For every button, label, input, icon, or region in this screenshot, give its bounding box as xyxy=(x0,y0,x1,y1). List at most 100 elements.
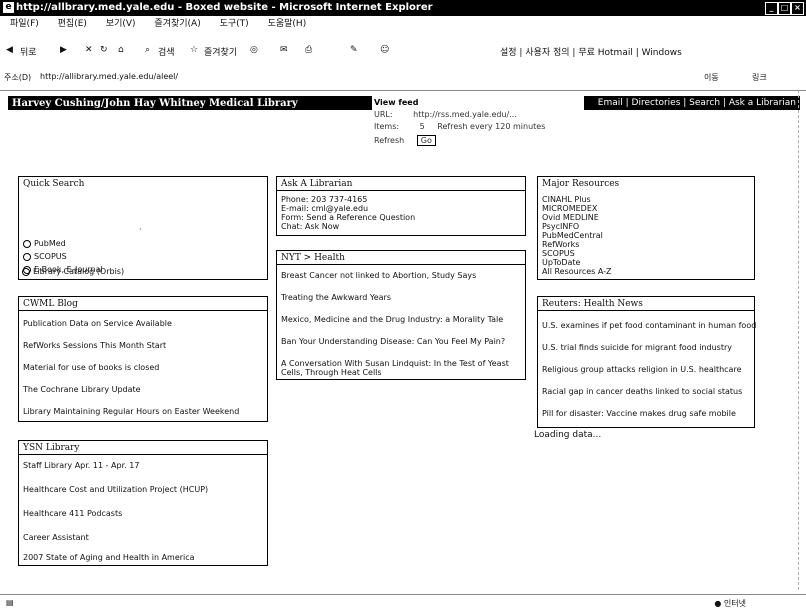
forward-icon[interactable]: ▶ xyxy=(60,45,67,55)
toolbar-extras[interactable]: 설정 | 사용자 정의 | 무료 Hotmail | Windows xyxy=(500,45,682,58)
radio-icon[interactable] xyxy=(23,252,31,261)
ysn-item[interactable]: Healthcare 411 Podcasts xyxy=(23,509,122,518)
blog-post[interactable]: Library Maintaining Regular Hours on Eas… xyxy=(23,407,239,416)
menu-edit[interactable]: 편집(E) xyxy=(58,19,87,29)
radio-label: PubMed xyxy=(34,239,66,248)
search-input[interactable]: · xyxy=(139,225,142,234)
resource-link[interactable]: PsycINFO xyxy=(542,222,579,231)
reuters-health-title: Reuters: Health News xyxy=(542,299,643,309)
search-button-label[interactable]: 검색 xyxy=(158,45,175,58)
ask-email[interactable]: E-mail: cml@yale.edu xyxy=(281,204,368,213)
nyt-headline[interactable]: Treating the Awkward Years xyxy=(281,293,391,302)
status-zone-text: ● 인터넷 xyxy=(714,598,746,609)
back-button-label[interactable]: 뒤로 xyxy=(20,45,37,58)
close-button[interactable]: × xyxy=(791,2,804,15)
blog-post[interactable]: The Cochrane Library Update xyxy=(23,385,141,394)
nyt-headline[interactable]: Mexico, Medicine and the Drug Industry: … xyxy=(281,315,503,324)
edit-icon[interactable]: ✎ xyxy=(350,45,358,55)
blog-post[interactable]: RefWorks Sessions This Month Start xyxy=(23,341,166,350)
address-input[interactable]: http://allibrary.med.yale.edu/aleel/ xyxy=(40,72,600,81)
favorites-button-label[interactable]: 즐겨찾기 xyxy=(204,45,237,58)
radio-icon[interactable] xyxy=(22,267,30,276)
status-page-icon: ▤ xyxy=(6,598,14,607)
ie-icon: e xyxy=(3,2,14,13)
menu-view[interactable]: 보기(V) xyxy=(106,19,136,29)
ask-chat[interactable]: Chat: Ask Now xyxy=(281,222,339,231)
print-icon[interactable]: ⎙ xyxy=(305,45,312,55)
radio-scopus[interactable]: SCOPUS xyxy=(23,252,67,261)
mail-icon[interactable]: ✉ xyxy=(280,45,288,55)
radio-pubmed[interactable]: PubMed xyxy=(23,239,66,248)
resource-link[interactable]: CINAHL Plus xyxy=(542,195,591,204)
feed-refresh-text: Refresh every 120 minutes xyxy=(437,122,546,131)
feed-items-value[interactable]: 5 xyxy=(420,122,425,131)
messenger-icon[interactable]: ☺ xyxy=(380,45,389,55)
links-button[interactable]: 링크 xyxy=(752,72,767,83)
ysn-library-box: YSN Library Staff Library Apr. 11 - Apr.… xyxy=(18,440,268,566)
quick-search-box: Quick Search · PubMed SCOPUS E-Book, E-J… xyxy=(18,176,268,280)
ask-librarian-title: Ask A Librarian xyxy=(281,179,353,189)
nyt-headline[interactable]: A Conversation With Susan Lindquist: In … xyxy=(281,359,521,377)
loading-text: Loading data... xyxy=(534,430,602,440)
home-icon[interactable]: ⌂ xyxy=(118,45,124,55)
toolbar-divider xyxy=(0,90,806,91)
reuters-headline[interactable]: Religious group attacks religion in U.S.… xyxy=(542,365,742,374)
address-bar: 주소(D) http://allibrary.med.yale.edu/alee… xyxy=(0,68,806,86)
library-title: Harvey Cushing/John Hay Whitney Medical … xyxy=(12,98,298,109)
ysn-item[interactable]: Staff Library Apr. 11 - Apr. 17 xyxy=(23,461,139,470)
ask-phone: Phone: 203 737-4165 xyxy=(281,195,368,204)
ysn-item[interactable]: Healthcare Cost and Utilization Project … xyxy=(23,485,208,494)
ysn-item[interactable]: 2007 State of Aging and Health in Americ… xyxy=(23,553,195,562)
reuters-headline[interactable]: U.S. trial finds suicide for migrant foo… xyxy=(542,343,732,352)
reuters-headline[interactable]: Pill for disaster: Vaccine makes drug sa… xyxy=(542,409,736,418)
ask-form[interactable]: Form: Send a Reference Question xyxy=(281,213,415,222)
refresh-icon[interactable]: ↻ xyxy=(100,45,108,55)
nyt-headline[interactable]: Ban Your Understanding Disease: Can You … xyxy=(281,337,505,346)
minimize-button[interactable]: _ xyxy=(765,2,778,15)
go-button[interactable]: 이동 xyxy=(704,72,719,83)
feed-url-input[interactable]: http://rss.med.yale.edu/... xyxy=(413,110,517,119)
nyt-health-title: NYT > Health xyxy=(281,253,345,263)
box-title-rule xyxy=(277,264,525,265)
menu-file[interactable]: 파일(F) xyxy=(10,19,39,29)
feed-url-row: URL: http://rss.med.yale.edu/... xyxy=(374,110,517,119)
resource-link[interactable]: All Resources A-Z xyxy=(542,267,612,276)
ysn-item[interactable]: Career Assistant xyxy=(23,533,89,542)
blog-post[interactable]: Publication Data on Service Available xyxy=(23,319,172,328)
major-resources-title: Major Resources xyxy=(542,179,620,189)
resource-link[interactable]: UpToDate xyxy=(542,258,580,267)
menu-favorites[interactable]: 즐겨찾기(A) xyxy=(154,19,200,29)
feed-settings-panel: View feed URL: http://rss.med.yale.edu/.… xyxy=(372,96,584,152)
nyt-headline[interactable]: Breast Cancer not linked to Abortion, St… xyxy=(281,271,476,280)
radio-icon[interactable] xyxy=(23,239,31,248)
feed-go-button[interactable]: Go xyxy=(416,135,436,146)
radio-catalog[interactable]: Library Catalog (Orbis) xyxy=(22,267,124,276)
window-title: http://allbrary.med.yale.edu - Boxed web… xyxy=(16,2,433,13)
vertical-scrollbar[interactable] xyxy=(798,90,806,590)
favorites-icon[interactable]: ☆ xyxy=(190,45,198,55)
feed-items-row: Items: 5 Refresh every 120 minutes xyxy=(374,122,545,131)
resource-link[interactable]: RefWorks xyxy=(542,240,579,249)
radio-label: SCOPUS xyxy=(34,252,67,261)
resource-link[interactable]: Ovid MEDLINE xyxy=(542,213,599,222)
maximize-button[interactable]: □ xyxy=(778,2,791,15)
back-icon[interactable]: ◀ xyxy=(6,45,13,55)
resource-link[interactable]: MICROMEDEX xyxy=(542,204,597,213)
nyt-health-box: NYT > Health Breast Cancer not linked to… xyxy=(276,250,526,380)
reuters-headline[interactable]: U.S. examines if pet food contaminant in… xyxy=(542,321,756,330)
search-icon[interactable]: ⌕ xyxy=(145,45,150,55)
reuters-headline[interactable]: Racial gap in cancer deaths linked to so… xyxy=(542,387,742,396)
header-links[interactable]: Email | Directories | Search | Ask a Lib… xyxy=(598,98,796,108)
radio-label: Library Catalog (Orbis) xyxy=(33,267,125,276)
media-icon[interactable]: ◎ xyxy=(250,45,258,55)
cwml-blog-title: CWML Blog xyxy=(23,299,78,309)
box-title-rule xyxy=(19,454,267,455)
menu-tools[interactable]: 도구(T) xyxy=(220,19,249,29)
blog-post[interactable]: Material for use of books is closed xyxy=(23,363,159,372)
resource-link[interactable]: SCOPUS xyxy=(542,249,575,258)
menu-bar: 파일(F) 편집(E) 보기(V) 즐겨찾기(A) 도구(T) 도움말(H) xyxy=(0,16,806,30)
menu-help[interactable]: 도움말(H) xyxy=(268,19,307,29)
feed-title: View feed xyxy=(374,98,419,107)
stop-icon[interactable]: ✕ xyxy=(85,45,93,55)
resource-link[interactable]: PubMedCentral xyxy=(542,231,603,240)
